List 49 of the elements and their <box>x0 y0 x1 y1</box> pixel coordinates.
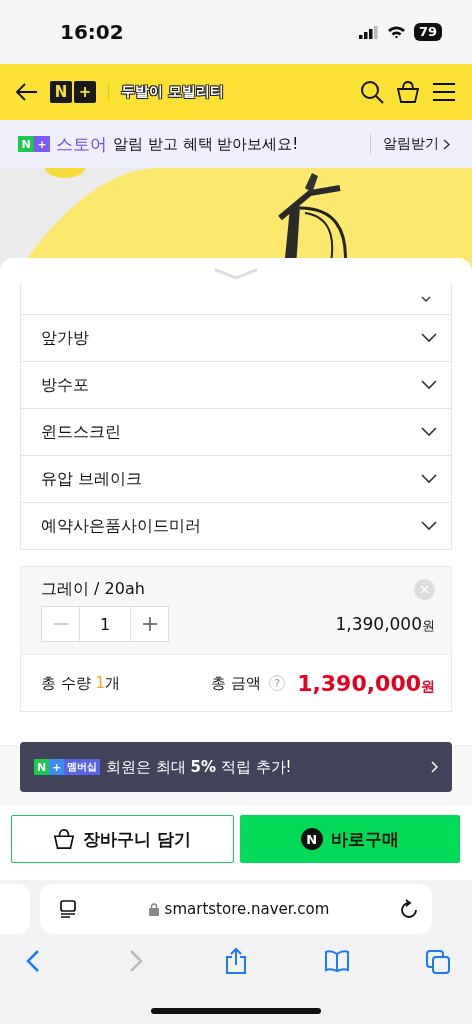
option-row[interactable]: 앞가방 <box>21 315 451 362</box>
url-text: smartstore.naver.com <box>164 900 330 918</box>
brand-name: 스토어 <box>56 132 107 156</box>
tabs-icon[interactable] <box>426 948 450 974</box>
close-icon <box>420 585 429 594</box>
option-row[interactable]: 윈드스크린 <box>21 409 451 456</box>
status-time: 16:02 <box>60 20 125 44</box>
address-bar[interactable]: smartstore.naver.com <box>40 884 432 934</box>
buy-now-button[interactable]: N 바로구매 <box>239 815 460 863</box>
plus-icon <box>142 617 157 631</box>
chevron-right-icon <box>431 761 438 773</box>
total-amount-label: 총 금액 <box>211 673 262 693</box>
signal-icon <box>358 25 379 39</box>
option-row[interactable]: 방수포 <box>21 362 451 409</box>
chevron-down-icon <box>421 521 437 531</box>
shopping-bag-icon <box>53 828 76 850</box>
minus-icon <box>53 623 68 625</box>
chevron-down-icon <box>421 474 437 484</box>
option-name: 그레이 / 20ah <box>41 579 145 600</box>
bookmarks-icon[interactable] <box>325 948 349 974</box>
membership-toast[interactable]: N + 멤버십 회원은 최대 5% 적립 추가! <box>20 742 452 792</box>
add-to-cart-button[interactable]: 장바구니 담기 <box>11 815 234 863</box>
option-row[interactable]: 예약사은품사이드미러 <box>21 503 451 549</box>
store-logo[interactable]: N + <box>50 81 96 103</box>
chevron-down-icon <box>421 427 437 437</box>
chevron-right-icon <box>443 138 450 150</box>
total-amount: 1,390,000원 <box>297 670 435 696</box>
lock-icon <box>148 902 159 916</box>
battery-level: 79 <box>413 23 442 41</box>
wifi-icon <box>386 25 406 39</box>
back-arrow-icon[interactable] <box>16 83 38 101</box>
menu-icon[interactable] <box>432 82 456 102</box>
naver-plus-logo: N + <box>18 136 50 152</box>
share-icon[interactable] <box>224 948 248 974</box>
notice-message: 알림 받고 혜택 받아보세요! <box>113 134 300 154</box>
reload-icon[interactable] <box>400 899 418 919</box>
subscribe-link[interactable]: 알림받기 <box>370 134 456 154</box>
option-row[interactable]: 유압 브레이크 <box>21 456 451 503</box>
toast-message: 회원은 최대 5% 적립 추가! <box>106 757 293 777</box>
shopping-bag-icon[interactable] <box>396 80 420 104</box>
chevron-down-icon <box>421 380 437 390</box>
search-icon[interactable] <box>360 80 384 104</box>
option-price: 1,390,000원 <box>335 613 435 635</box>
reader-icon[interactable] <box>58 899 78 919</box>
chevron-down-icon <box>421 333 437 343</box>
membership-logo: N + 멤버십 <box>34 759 100 775</box>
total-quantity: 총 수량 1개 <box>41 673 122 693</box>
collapse-handle-icon[interactable] <box>214 268 258 280</box>
chevron-down-icon <box>421 296 431 302</box>
